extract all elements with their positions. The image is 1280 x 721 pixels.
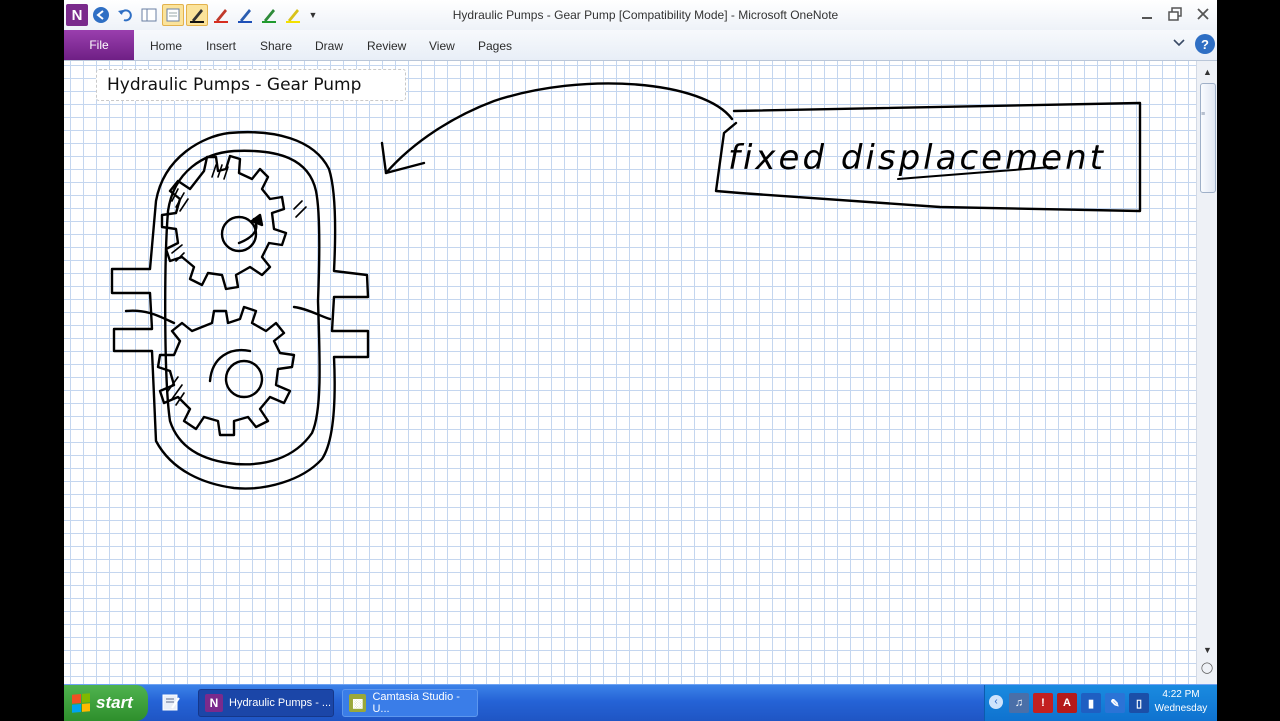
network-icon[interactable]: ▮	[1081, 693, 1101, 713]
system-tray: ‹ ♫ ! A ▮ ✎ ▯ 4:22 PM Wednesday	[984, 685, 1217, 721]
lower-gear-hub	[224, 359, 264, 399]
taskbar-item-onenote[interactable]: N Hydraulic Pumps - ...	[198, 689, 334, 717]
restore-icon[interactable]	[1165, 4, 1185, 24]
ink-drawing-layer[interactable]: fixed displacement	[64, 61, 1196, 684]
expand-ribbon-icon[interactable]	[1173, 37, 1185, 51]
pointer-arrow	[384, 82, 734, 175]
ribbon-tabs: File Home Insert Share Draw Review View …	[64, 30, 1217, 61]
clock[interactable]: 4:22 PM Wednesday	[1151, 688, 1211, 716]
tab-view[interactable]: View	[429, 39, 455, 53]
tab-share[interactable]: Share	[260, 39, 292, 53]
upper-gear	[160, 154, 288, 291]
camtasia-icon: ▩	[349, 694, 367, 712]
clock-day: Wednesday	[1154, 703, 1208, 714]
device-icon[interactable]: ▯	[1129, 693, 1149, 713]
window-controls	[1137, 4, 1213, 24]
ink-text-fixed-displacement: fixed displacement	[728, 138, 1106, 178]
volume-muted-icon[interactable]: ♫	[1009, 693, 1029, 713]
scroll-down-icon[interactable]: ▼	[1197, 641, 1217, 659]
taskbar: start N Hydraulic Pumps - ... ▩ Camtasia…	[64, 684, 1217, 721]
page-corner-icon[interactable]: ◯	[1199, 661, 1215, 677]
window-title: Hydraulic Pumps - Gear Pump [Compatibili…	[452, 8, 839, 22]
tab-home[interactable]: Home	[150, 39, 182, 53]
upper-gear-hub	[220, 215, 258, 253]
pump-housing-outer	[110, 131, 370, 490]
tab-insert[interactable]: Insert	[206, 39, 236, 53]
tab-pages[interactable]: Pages	[478, 39, 512, 53]
ribbon-right-controls: ?	[1173, 34, 1215, 54]
letterbox-left	[0, 0, 64, 720]
lower-gear	[156, 305, 296, 437]
title-bar: N ▼ Hydraulic Pumps - Gear Pump [Compati…	[64, 0, 1217, 31]
letterbox-right	[1217, 0, 1280, 720]
show-hidden-icons-icon[interactable]: ‹	[989, 695, 1003, 709]
page-canvas[interactable]: Hydraulic Pumps - Gear Pump fixed displa…	[64, 61, 1196, 684]
help-icon[interactable]: ?	[1195, 34, 1215, 54]
pen-tablet-icon[interactable]: ✎	[1105, 693, 1125, 713]
quick-launch-notepad-icon[interactable]	[160, 692, 182, 714]
tab-draw[interactable]: Draw	[315, 39, 343, 53]
windows-flag-icon	[72, 693, 90, 713]
vertical-scrollbar[interactable]: ▲ ≡ ▼ ◯	[1196, 61, 1217, 684]
scroll-grip-icon: ≡	[1201, 111, 1206, 118]
tray-icons: ♫ ! A ▮ ✎ ▯	[1009, 693, 1149, 713]
tab-review[interactable]: Review	[367, 39, 406, 53]
onenote-icon: N	[205, 694, 223, 712]
onenote-window: N ▼ Hydraulic Pumps - Gear Pump [Compati…	[64, 0, 1217, 684]
scroll-thumb[interactable]	[1200, 83, 1216, 193]
minimize-icon[interactable]	[1137, 4, 1157, 24]
tab-file[interactable]: File	[64, 30, 134, 60]
acrobat-icon[interactable]: A	[1057, 693, 1077, 713]
close-icon[interactable]	[1193, 4, 1213, 24]
start-button[interactable]: start	[64, 685, 148, 721]
clock-time: 4:22 PM	[1162, 689, 1200, 700]
taskbar-item-camtasia[interactable]: ▩ Camtasia Studio - U...	[342, 689, 478, 717]
scroll-up-icon[interactable]: ▲	[1197, 63, 1217, 81]
security-alert-icon[interactable]: !	[1033, 693, 1053, 713]
